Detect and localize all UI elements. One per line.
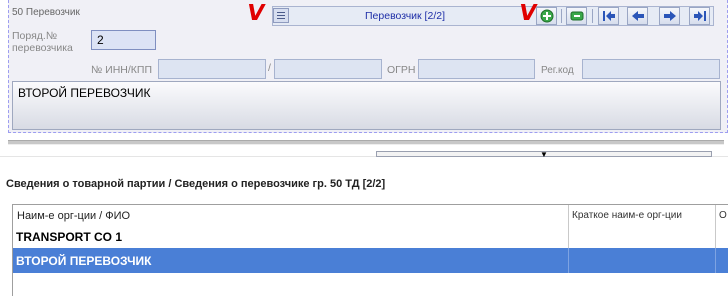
next-icon — [663, 11, 676, 21]
navigator-title: Перевозчик [2/2] — [365, 10, 445, 22]
column-divider — [715, 248, 716, 273]
first-icon — [602, 11, 615, 21]
column-divider — [568, 248, 569, 273]
table-row[interactable]: TRANSPORT CO 1 — [13, 224, 728, 248]
breadcrumb: Сведения о товарной партии / Сведения о … — [6, 178, 386, 190]
add-icon — [540, 9, 553, 23]
inn-field[interactable] — [158, 59, 266, 79]
next-record-button[interactable] — [659, 7, 680, 25]
prev-icon — [631, 11, 644, 21]
prev-record-button[interactable] — [627, 7, 648, 25]
panel-scrollbar[interactable] — [8, 140, 724, 145]
regcode-label: Рег.код — [541, 65, 574, 76]
carriers-table: Наим-е орг-ции / ФИО Краткое наим-е орг-… — [12, 204, 728, 296]
last-icon — [693, 11, 706, 21]
order-label-line2: перевозчика — [12, 42, 73, 54]
list-icon[interactable] — [273, 8, 289, 23]
row-name-cell: TRANSPORT CO 1 — [16, 230, 123, 244]
kpp-field[interactable] — [274, 59, 382, 79]
order-number-label: Поряд.№ перевозчика — [12, 30, 73, 54]
order-label-line1: Поряд.№ — [12, 30, 58, 42]
row-name-cell: ВТОРОЙ ПЕРЕВОЗЧИК — [16, 254, 152, 268]
remove-record-button[interactable] — [566, 7, 587, 25]
organization-name-field[interactable]: ВТОРОЙ ПЕРЕВОЗЧИК — [12, 81, 721, 130]
table-row-selected[interactable]: ВТОРОЙ ПЕРЕВОЗЧИК — [13, 248, 728, 273]
ogrn-label: ОГРН — [387, 64, 416, 76]
column-header-o[interactable]: О — [719, 210, 727, 221]
column-header-name[interactable]: Наим-е орг-ции / ФИО — [17, 210, 130, 222]
ogrn-field[interactable] — [418, 59, 535, 79]
add-record-button[interactable] — [536, 7, 557, 25]
regcode-field[interactable] — [582, 59, 720, 79]
last-record-button[interactable] — [689, 7, 710, 25]
chevron-down-icon[interactable]: ▼ — [540, 150, 548, 159]
toolbar-separator — [561, 9, 562, 23]
toolbar-separator — [592, 9, 593, 23]
section-label: 50 Перевозчик — [12, 7, 80, 18]
inn-label: № ИНН/КПП — [91, 64, 153, 76]
inn-kpp-separator: / — [268, 62, 271, 74]
remove-icon — [570, 11, 583, 21]
order-number-field[interactable]: 2 — [91, 30, 156, 50]
first-record-button[interactable] — [598, 7, 619, 25]
column-header-short-name[interactable]: Краткое наим-е орг-ции — [572, 210, 682, 221]
